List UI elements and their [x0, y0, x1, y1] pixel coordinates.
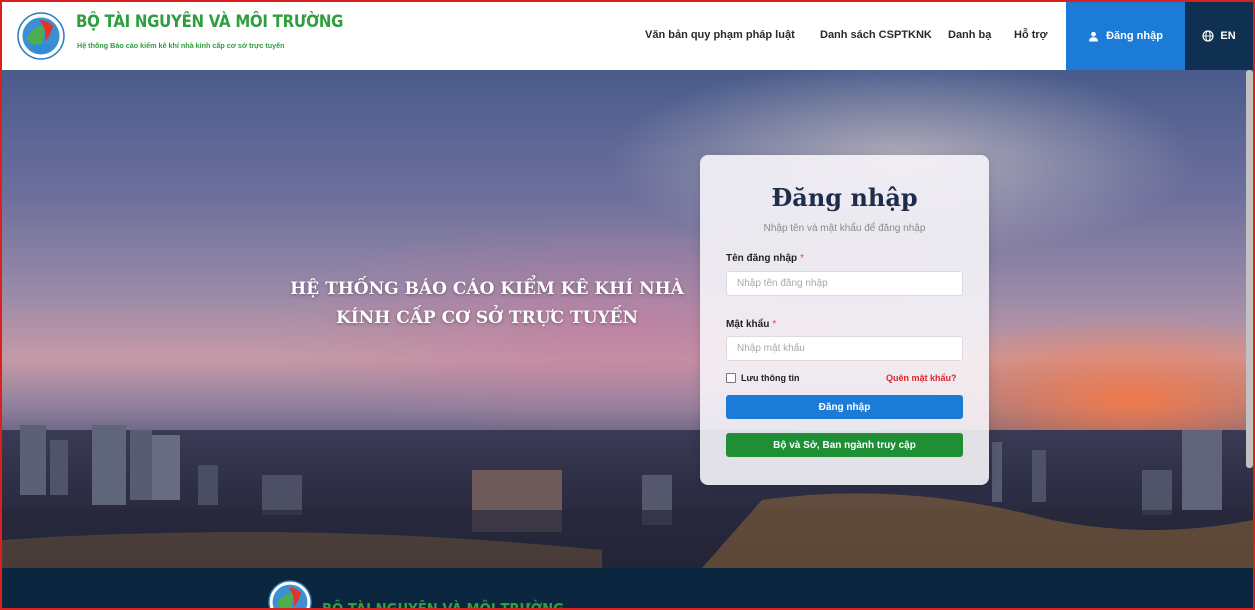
hero-title: HỆ THỐNG BÁO CÁO KIỂM KÊ KHÍ NHÀ KÍNH CẤ… — [272, 275, 702, 333]
login-title: Đăng nhập — [771, 183, 918, 212]
nav-legal-documents[interactable]: Văn bản quy phạm pháp luật — [645, 29, 795, 41]
header-login-label: Đăng nhập — [1106, 30, 1163, 42]
nav-directory[interactable]: Danh bạ — [948, 29, 991, 41]
nav-support[interactable]: Hỗ trợ — [1014, 29, 1047, 41]
header-login-button[interactable]: Đăng nhập — [1066, 2, 1185, 70]
hero-title-line1: HỆ THỐNG BÁO CÁO KIỂM KÊ KHÍ NHÀ — [290, 279, 684, 299]
hero-title-line2: KÍNH CẤP CƠ SỞ TRỰC TUYẾN — [335, 308, 639, 328]
forgot-password-link[interactable]: Quên mật khẩu? — [886, 373, 957, 383]
username-label: Tên đăng nhập * — [726, 253, 804, 264]
brand-title: BỘ TÀI NGUYÊN VÀ MÔI TRƯỜNG — [76, 12, 344, 32]
globe-icon — [1202, 30, 1214, 42]
login-submit-button[interactable]: Đăng nhập — [726, 395, 963, 419]
footer: BỘ TÀI NGUYÊN VÀ MÔI TRƯỜNG — [2, 568, 1253, 610]
page-scrollbar[interactable] — [1246, 70, 1253, 468]
password-input[interactable] — [726, 336, 963, 361]
remember-me-checkbox[interactable]: Lưu thông tin — [726, 373, 800, 383]
language-label: EN — [1220, 30, 1236, 42]
required-mark: * — [772, 319, 777, 330]
password-label-text: Mật khẩu — [726, 319, 770, 330]
checkbox-box[interactable] — [726, 373, 736, 383]
username-input[interactable] — [726, 271, 963, 296]
page-frame: BỘ TÀI NGUYÊN VÀ MÔI TRƯỜNG Hệ thống Báo… — [0, 0, 1255, 610]
user-icon — [1088, 31, 1099, 42]
language-switch-button[interactable]: EN — [1185, 2, 1253, 70]
login-card: Đăng nhập Nhập tên và mật khẩu để đăng n… — [700, 155, 989, 485]
required-mark: * — [800, 253, 805, 264]
header: BỘ TÀI NGUYÊN VÀ MÔI TRƯỜNG Hệ thống Báo… — [2, 2, 1253, 71]
username-label-text: Tên đăng nhập — [726, 253, 798, 264]
nav-facility-list[interactable]: Danh sách CSPTKNK — [820, 29, 932, 41]
footer-logo-icon — [268, 580, 312, 608]
agency-access-button[interactable]: Bộ và Sở, Ban ngành truy cập — [726, 433, 963, 457]
hero-banner: HỆ THỐNG BÁO CÁO KIỂM KÊ KHÍ NHÀ KÍNH CẤ… — [2, 70, 1253, 568]
footer-brand-title: BỘ TÀI NGUYÊN VÀ MÔI TRƯỜNG — [322, 600, 565, 610]
brand-subtitle: Hệ thống Báo cáo kiểm kê khí nhà kính cấ… — [77, 41, 285, 50]
ministry-logo-icon[interactable] — [17, 12, 65, 60]
password-label: Mật khẩu * — [726, 319, 776, 330]
login-subtitle: Nhập tên và mật khẩu để đăng nhập — [763, 223, 926, 234]
remember-me-label: Lưu thông tin — [741, 373, 800, 383]
